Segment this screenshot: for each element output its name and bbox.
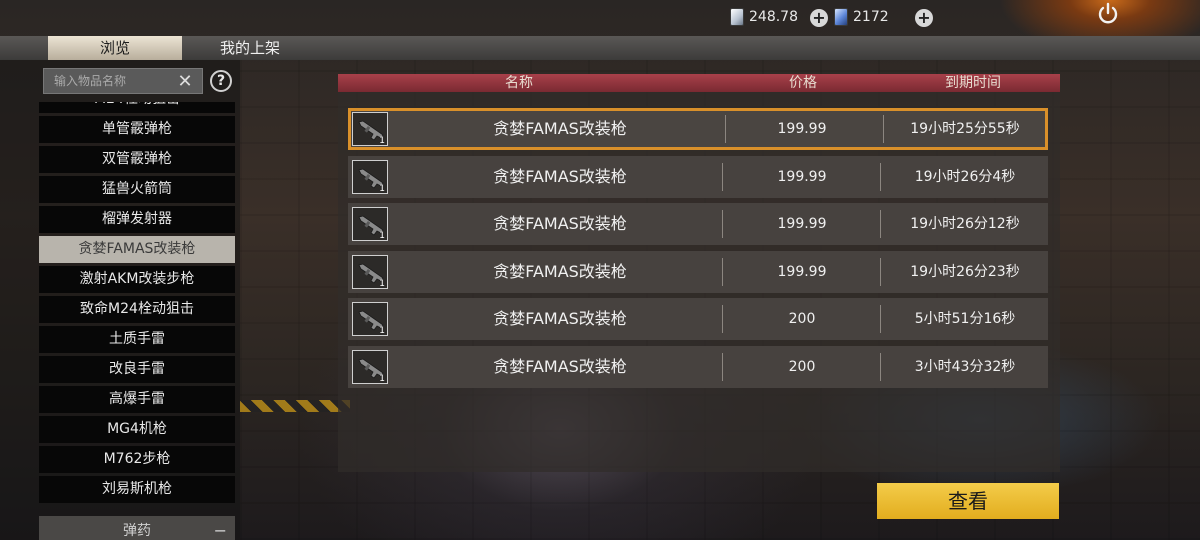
item-quantity: 1 — [379, 278, 385, 289]
category-item[interactable]: 猛兽火箭筒 — [39, 176, 235, 203]
tab-bar: 浏览 我的上架 — [0, 36, 1200, 60]
column-divider — [880, 210, 881, 239]
help-icon[interactable]: ? — [210, 70, 232, 92]
listing-row[interactable]: 1 贪婪FAMAS改装枪 199.99 19小时26分12秒 — [348, 203, 1048, 246]
listing-row-selected[interactable]: 1 贪婪FAMAS改装枪 199.99 19小时25分55秒 — [348, 108, 1048, 150]
column-divider — [722, 162, 723, 191]
item-thumbnail: 1 — [352, 112, 388, 146]
add-blue-button[interactable]: + — [915, 9, 933, 27]
item-price: 200 — [788, 311, 816, 328]
column-header-expiry: 到期时间 — [945, 75, 1001, 91]
item-name: 贪婪FAMAS改装枪 — [493, 119, 627, 138]
item-quantity: 1 — [379, 136, 385, 146]
listing-row[interactable]: 1 贪婪FAMAS改装枪 200 3小时43分32秒 — [348, 346, 1048, 388]
listing-header: 名称 价格 到期时间 — [338, 74, 1060, 92]
category-item[interactable]: 双管霰弹枪 — [39, 146, 235, 173]
category-item[interactable]: 改良手雷 — [39, 356, 235, 383]
column-divider — [880, 305, 881, 334]
item-expiry: 19小时25分55秒 — [910, 121, 1020, 137]
clear-search-icon[interactable]: ✕ — [176, 73, 194, 91]
collapse-icon[interactable]: − — [214, 516, 227, 540]
item-price: 200 — [788, 359, 816, 375]
category-group-label: 弹药 — [123, 523, 151, 539]
item-thumbnail: 1 — [352, 302, 388, 337]
item-quantity: 1 — [379, 374, 385, 384]
item-name: 贪婪FAMAS改装枪 — [493, 357, 627, 376]
tab-browse[interactable]: 浏览 — [48, 36, 182, 60]
category-item[interactable]: M24栓动狙击 — [39, 102, 235, 113]
category-list: M24栓动狙击 单管霰弹枪 双管霰弹枪 猛兽火箭筒 榴弹发射器 贪婪FAMAS改… — [39, 102, 235, 512]
view-button[interactable]: 查看 — [877, 483, 1059, 519]
column-divider — [722, 353, 723, 381]
column-header-name: 名称 — [505, 75, 533, 91]
item-quantity: 1 — [379, 326, 385, 337]
item-price: 199.99 — [777, 168, 827, 185]
item-price: 199.99 — [777, 216, 827, 233]
category-item[interactable]: 致命M24栓动狙击 — [39, 296, 235, 323]
category-item[interactable]: M762步枪 — [39, 446, 235, 473]
power-icon[interactable] — [1096, 2, 1120, 26]
column-divider — [880, 257, 881, 286]
silver-ticket-icon — [730, 8, 744, 26]
category-item-selected[interactable]: 贪婪FAMAS改装枪 — [39, 236, 235, 263]
item-name: 贪婪FAMAS改装枪 — [493, 166, 627, 186]
listing-row[interactable]: 1 贪婪FAMAS改装枪 199.99 19小时26分4秒 — [348, 155, 1048, 198]
currency-silver: 248.78 — [730, 8, 798, 26]
add-silver-button[interactable]: + — [810, 9, 828, 27]
item-price: 199.99 — [777, 263, 827, 280]
tab-my-listings[interactable]: 我的上架 — [200, 36, 300, 60]
item-name: 贪婪FAMAS改装枪 — [493, 309, 627, 329]
column-divider — [722, 305, 723, 334]
column-divider — [722, 210, 723, 239]
category-group-header[interactable]: 弹药 − — [39, 516, 235, 540]
item-thumbnail: 1 — [352, 159, 388, 194]
currency-blue: 2172 — [834, 8, 889, 26]
item-thumbnail: 1 — [352, 254, 388, 289]
item-expiry: 3小时43分32秒 — [914, 359, 1016, 375]
item-thumbnail: 1 — [352, 207, 388, 242]
column-divider — [880, 162, 881, 191]
category-item[interactable]: 单管霰弹枪 — [39, 116, 235, 143]
item-name: 贪婪FAMAS改装枪 — [493, 261, 627, 281]
category-item[interactable]: 高爆手雷 — [39, 386, 235, 413]
item-expiry: 19小时26分23秒 — [910, 263, 1020, 280]
item-name: 贪婪FAMAS改装枪 — [493, 214, 627, 234]
category-item[interactable]: 土质手雷 — [39, 326, 235, 353]
column-header-price: 价格 — [789, 75, 817, 91]
item-expiry: 19小时26分4秒 — [914, 168, 1016, 185]
top-bar: 248.78 + 2172 + — [0, 0, 1200, 36]
category-item[interactable]: MG4机枪 — [39, 416, 235, 443]
search-input[interactable] — [44, 69, 174, 93]
background-hazard-strip — [240, 400, 350, 412]
item-expiry: 19小时26分12秒 — [910, 216, 1020, 233]
currency-blue-value: 2172 — [853, 9, 889, 25]
currency-silver-value: 248.78 — [749, 9, 798, 25]
category-item[interactable]: 榴弹发射器 — [39, 206, 235, 233]
listing-row[interactable]: 1 贪婪FAMAS改装枪 200 5小时51分16秒 — [348, 298, 1048, 341]
item-price: 199.99 — [777, 121, 827, 137]
item-thumbnail: 1 — [352, 350, 388, 384]
item-expiry: 5小时51分16秒 — [914, 311, 1016, 328]
item-quantity: 1 — [379, 183, 385, 194]
category-item[interactable]: 刘易斯机枪 — [39, 476, 235, 503]
column-divider — [880, 353, 881, 381]
listing-row[interactable]: 1 贪婪FAMAS改装枪 199.99 19小时26分23秒 — [348, 250, 1048, 293]
blue-card-icon — [834, 8, 848, 26]
item-quantity: 1 — [379, 231, 385, 242]
column-divider — [722, 257, 723, 286]
category-item[interactable]: 激射AKM改装步枪 — [39, 266, 235, 293]
